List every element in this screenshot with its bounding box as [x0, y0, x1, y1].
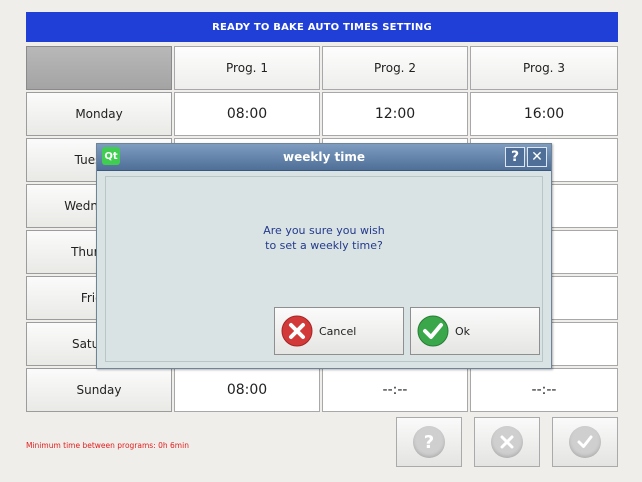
dialog-title: weekly time — [283, 150, 365, 164]
day-button-monday[interactable]: Monday — [26, 92, 172, 136]
cancel-footer-button[interactable] — [474, 417, 540, 467]
help-icon: ? — [413, 426, 445, 458]
table-row: Monday 08:00 12:00 16:00 — [26, 92, 618, 136]
check-icon — [417, 315, 449, 347]
ok-button[interactable]: Ok — [410, 307, 540, 355]
dialog-message-line: to set a weekly time? — [265, 239, 383, 252]
dialog-message: Are you sure you wish to set a weekly ti… — [106, 223, 542, 253]
help-button[interactable]: ? — [396, 417, 462, 467]
dialog-message-line: Are you sure you wish — [263, 224, 385, 237]
close-icon: ✕ — [531, 149, 543, 165]
table-header-row: Prog. 1 Prog. 2 Prog. 3 — [26, 46, 618, 90]
time-cell[interactable]: --:-- — [470, 368, 618, 412]
cancel-icon — [281, 315, 313, 347]
time-cell[interactable]: --:-- — [322, 368, 468, 412]
svg-text:?: ? — [424, 432, 434, 452]
weekly-time-dialog: Qt weekly time ? ✕ Are you sure you wish… — [96, 143, 552, 369]
table-corner-cell — [26, 46, 172, 90]
minimum-time-message: Minimum time between programs: 0h 6min — [26, 441, 189, 450]
time-cell[interactable]: 16:00 — [470, 92, 618, 136]
page-title: READY TO BAKE AUTO TIMES SETTING — [212, 21, 432, 33]
day-button-sunday[interactable]: Sunday — [26, 368, 172, 412]
column-header-prog2: Prog. 2 — [322, 46, 468, 90]
column-header-prog1: Prog. 1 — [174, 46, 320, 90]
time-cell[interactable]: 12:00 — [322, 92, 468, 136]
help-icon: ? — [510, 149, 520, 165]
table-row: Sunday 08:00 --:-- --:-- — [26, 368, 618, 412]
close-icon — [491, 426, 523, 458]
dialog-body: Are you sure you wish to set a weekly ti… — [105, 176, 543, 362]
column-header-prog3: Prog. 3 — [470, 46, 618, 90]
time-cell[interactable]: 08:00 — [174, 92, 320, 136]
cancel-button[interactable]: Cancel — [274, 307, 404, 355]
ok-button-label: Ok — [455, 324, 471, 338]
cancel-button-label: Cancel — [319, 324, 357, 338]
page-header: READY TO BAKE AUTO TIMES SETTING — [26, 12, 618, 42]
time-cell[interactable]: 08:00 — [174, 368, 320, 412]
dialog-titlebar[interactable]: Qt weekly time ? ✕ — [97, 144, 551, 171]
qt-logo-icon: Qt — [102, 147, 120, 165]
check-icon — [569, 426, 601, 458]
dialog-close-button[interactable]: ✕ — [527, 147, 547, 167]
confirm-footer-button[interactable] — [552, 417, 618, 467]
dialog-help-button[interactable]: ? — [505, 147, 525, 167]
